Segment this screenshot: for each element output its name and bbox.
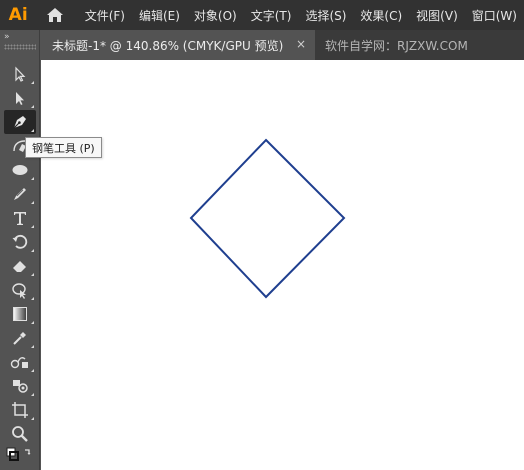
home-button[interactable] [36, 0, 72, 30]
eyedropper-icon [13, 332, 26, 345]
zoom-icon [12, 426, 28, 442]
paintbrush-tool[interactable] [4, 182, 36, 206]
collapse-panel-icon[interactable]: » [4, 32, 9, 42]
blend-icon [10, 357, 28, 369]
type-icon [14, 212, 26, 225]
artboard-icon [12, 402, 28, 418]
zoom-tool[interactable] [4, 422, 36, 446]
pen-tool[interactable] [4, 110, 36, 134]
direct-selection-tool[interactable] [4, 86, 36, 110]
fill-stroke-icon [6, 447, 31, 461]
rotate-icon [12, 234, 28, 249]
home-icon [46, 8, 63, 22]
direct-selection-arrow-icon [16, 92, 24, 105]
menu-edit[interactable]: 编辑(E) [132, 7, 187, 24]
ellipse-tool[interactable] [4, 158, 36, 182]
shape-builder-tool[interactable] [4, 278, 36, 302]
rotate-tool[interactable] [4, 230, 36, 254]
selection-tool[interactable] [4, 62, 36, 86]
document-tab-bar: 未标题-1* @ 140.86% (CMYK/GPU 预览) × 软件自学网：R… [41, 30, 524, 60]
document-tab[interactable]: 未标题-1* @ 140.86% (CMYK/GPU 预览) [41, 30, 315, 60]
eyedropper-tool[interactable] [4, 326, 36, 350]
eraser-icon [13, 261, 26, 272]
selection-arrow-icon [15, 66, 26, 82]
ellipse-icon [12, 165, 28, 175]
shape-builder-icon [12, 283, 26, 299]
document-tab-title: 未标题-1* @ 140.86% (CMYK/GPU 预览) [52, 38, 284, 53]
canvas-artwork [189, 138, 346, 299]
blend-tool[interactable] [4, 350, 36, 374]
artboard-tool[interactable] [4, 398, 36, 422]
close-tab-icon[interactable]: × [296, 37, 306, 51]
menu-object[interactable]: 对象(O) [187, 7, 244, 24]
menu-select[interactable]: 选择(S) [298, 7, 353, 24]
app-logo: Ai [8, 5, 28, 25]
gradient-icon [13, 307, 27, 321]
menu-file[interactable]: 文件(F) [81, 7, 132, 24]
artboard-canvas[interactable] [41, 60, 524, 470]
fill-stroke-swap[interactable] [4, 444, 36, 468]
menu-type[interactable]: 文字(T) [244, 7, 299, 24]
watermark-tab-label: 软件自学网：RJZXW.COM [325, 38, 468, 53]
gradient-tool[interactable] [4, 302, 36, 326]
pen-tool-tooltip: 钢笔工具 (P) [25, 137, 102, 158]
eraser-tool[interactable] [4, 254, 36, 278]
tools-panel: » [0, 30, 40, 470]
menu-bar: Ai 文件(F) 编辑(E) 对象(O) 文字(T) 选择(S) 效果(C) 视… [0, 0, 524, 30]
type-tool[interactable] [4, 206, 36, 230]
menu-window[interactable]: 窗口(W) [465, 7, 524, 24]
panel-grip[interactable] [4, 44, 36, 50]
menu-view[interactable]: 视图(V) [409, 7, 465, 24]
pen-icon [13, 116, 26, 129]
paintbrush-icon [14, 188, 26, 200]
main-menu: 文件(F) 编辑(E) 对象(O) 文字(T) 选择(S) 效果(C) 视图(V… [81, 0, 524, 30]
symbol-sprayer-tool[interactable] [4, 374, 36, 398]
diamond-path[interactable] [189, 138, 346, 299]
symbol-sprayer-icon [13, 380, 28, 393]
menu-effect[interactable]: 效果(C) [353, 7, 409, 24]
